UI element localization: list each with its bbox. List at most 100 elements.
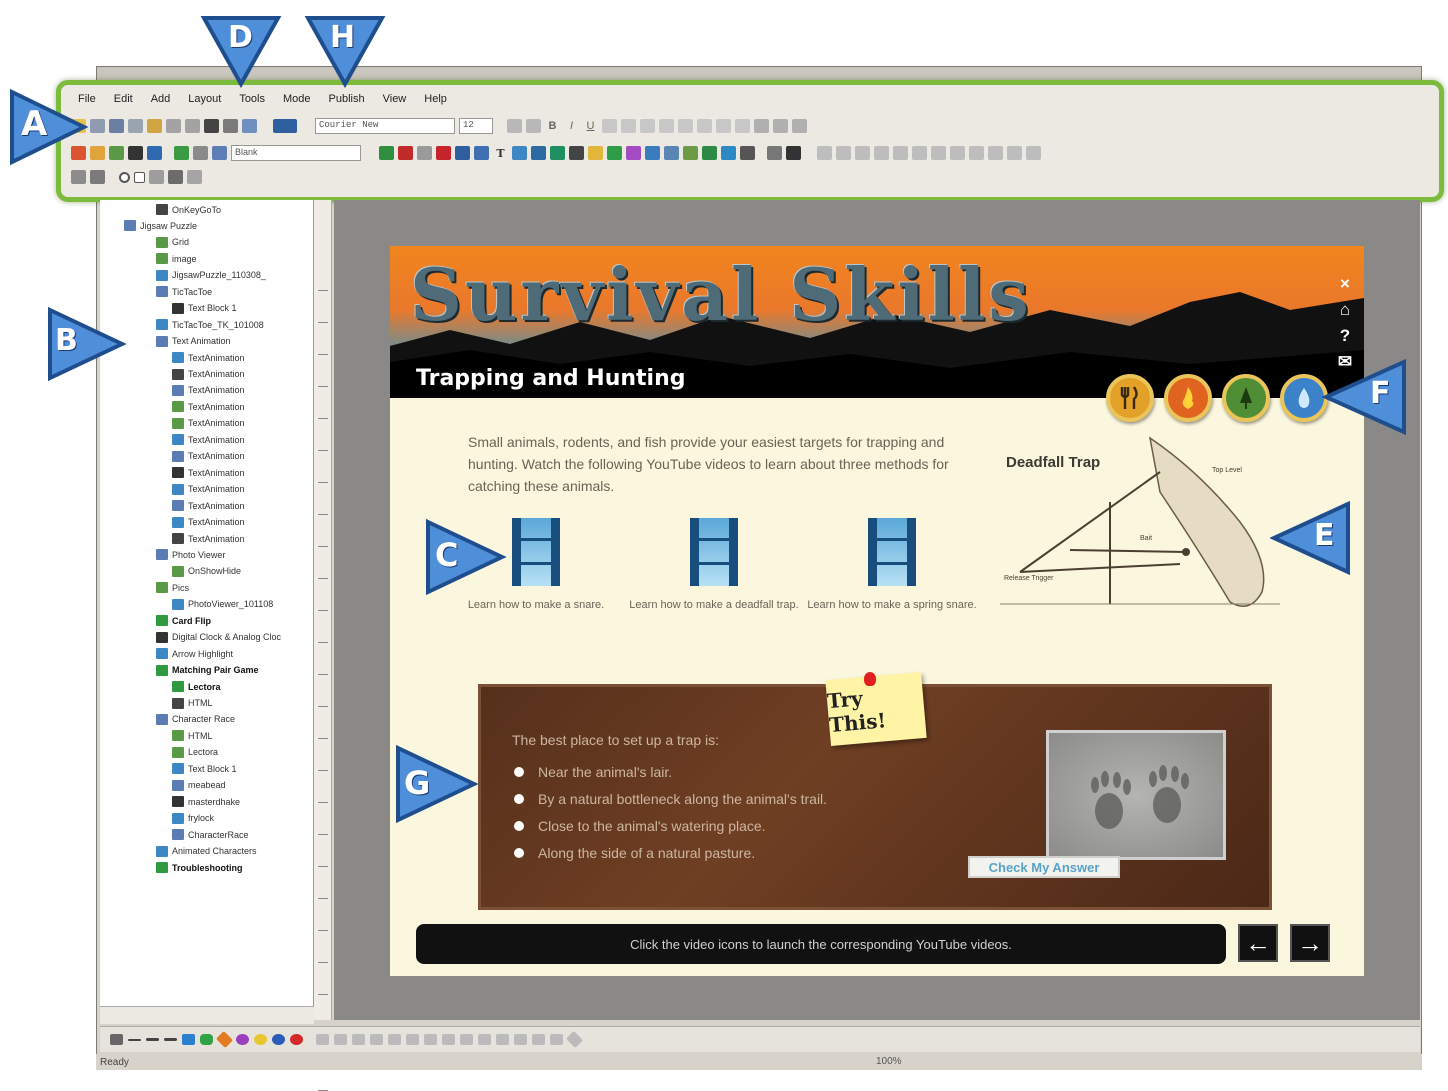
callout-shape-2-icon[interactable] — [442, 1034, 455, 1045]
rectangle-tool-icon[interactable] — [182, 1034, 195, 1045]
highlight-color-icon[interactable] — [507, 119, 522, 133]
callout-shape-6-icon[interactable] — [514, 1034, 527, 1045]
align-middle-icon[interactable] — [836, 146, 851, 160]
page-icon[interactable] — [128, 146, 143, 160]
callout-shape-4-icon[interactable] — [478, 1034, 491, 1045]
entry-field-icon[interactable] — [512, 146, 527, 160]
line-tool-icon[interactable] — [128, 1038, 141, 1041]
diamond-tool-icon[interactable] — [216, 1031, 233, 1048]
survey-icon[interactable] — [174, 146, 189, 160]
tree-item[interactable]: Jigsaw Puzzle — [124, 218, 197, 233]
reference-icon[interactable] — [721, 146, 736, 160]
tree-item[interactable]: Pics — [156, 580, 189, 595]
library-icon[interactable] — [786, 146, 801, 160]
preview-icon[interactable] — [242, 119, 257, 133]
tree-item[interactable]: TextAnimation — [172, 367, 245, 382]
rss-icon[interactable] — [740, 146, 755, 160]
shelter-topic-icon[interactable] — [1222, 374, 1270, 422]
paste-icon[interactable] — [147, 119, 162, 133]
food-topic-icon[interactable] — [1106, 374, 1154, 422]
tree-item[interactable]: TextAnimation — [172, 531, 245, 546]
font-name-select[interactable]: Courier New — [315, 118, 455, 134]
align-left-icon[interactable] — [602, 119, 617, 133]
tree-item[interactable]: TextAnimation — [172, 399, 245, 414]
fire-topic-icon[interactable] — [1164, 374, 1212, 422]
tree-item[interactable]: OnKeyGoTo — [156, 202, 221, 217]
zoom-level[interactable]: 100% — [876, 1056, 902, 1067]
tree-item[interactable]: TicTacToe — [156, 284, 212, 299]
radio-dot-icon[interactable] — [514, 793, 524, 804]
tree-item[interactable]: image — [156, 251, 197, 266]
tree-item[interactable]: Arrow Highlight — [156, 646, 233, 661]
red-shape-tool-icon[interactable] — [290, 1034, 303, 1045]
document-icon[interactable] — [212, 146, 227, 160]
tree-item[interactable]: TextAnimation — [172, 449, 245, 464]
attachment-icon[interactable] — [588, 146, 603, 160]
tree-item[interactable]: masterdhake — [172, 794, 240, 809]
list-box-icon[interactable] — [664, 146, 679, 160]
numbering-icon[interactable] — [697, 119, 712, 133]
audio-icon[interactable] — [398, 146, 413, 160]
list-icon[interactable] — [168, 170, 183, 184]
radio-group-icon[interactable] — [626, 146, 641, 160]
table-icon[interactable] — [531, 146, 546, 160]
link-icon[interactable] — [754, 119, 769, 133]
tree-item[interactable]: Character Race — [156, 712, 235, 727]
justify-icon[interactable] — [659, 119, 674, 133]
outdent-icon[interactable] — [735, 119, 750, 133]
explorer-scrollbar[interactable] — [100, 1006, 314, 1024]
answer-option[interactable]: Along the side of a natural pasture. — [514, 839, 827, 866]
text-block-icon[interactable]: T — [493, 147, 508, 160]
film-icon[interactable] — [690, 518, 738, 586]
film-icon[interactable] — [868, 518, 916, 586]
section-icon[interactable] — [109, 146, 124, 160]
text-entry-icon[interactable] — [90, 170, 105, 184]
callout-shape-5-icon[interactable] — [496, 1034, 509, 1045]
next-arrow-icon[interactable]: → — [1290, 924, 1330, 962]
arrow-tool-icon[interactable] — [146, 1038, 159, 1041]
answer-option[interactable]: By a natural bottleneck along the animal… — [514, 785, 827, 812]
animation-icon[interactable] — [436, 146, 451, 160]
test-icon[interactable] — [147, 146, 162, 160]
same-size-icon[interactable] — [950, 146, 965, 160]
tree-item[interactable]: HTML — [172, 696, 213, 711]
close-icon[interactable]: × — [1334, 274, 1356, 294]
space-down-icon[interactable] — [893, 146, 908, 160]
tree-item[interactable]: TextAnimation — [172, 482, 245, 497]
block-arrow-up-icon[interactable] — [352, 1034, 365, 1045]
tree-item[interactable]: TicTacToe_TK_101008 — [156, 317, 264, 332]
tree-item[interactable]: TextAnimation — [172, 432, 245, 447]
menu-edit[interactable]: Edit — [111, 93, 136, 111]
bullets-icon[interactable] — [678, 119, 693, 133]
align-right-icon[interactable] — [640, 119, 655, 133]
find-icon[interactable] — [204, 119, 219, 133]
bold-button[interactable]: B — [545, 120, 560, 132]
tree-item[interactable]: Text Block 1 — [172, 761, 237, 776]
callout-shape-3-icon[interactable] — [460, 1034, 473, 1045]
font-color-icon[interactable] — [526, 119, 541, 133]
tree-item[interactable]: TextAnimation — [172, 465, 245, 480]
unlink-icon[interactable] — [773, 119, 788, 133]
checkbox-icon[interactable] — [134, 171, 145, 183]
form-icon[interactable] — [193, 146, 208, 160]
tree-item[interactable]: CharacterRace — [172, 827, 249, 842]
tree-item[interactable]: Text Block 1 — [172, 301, 237, 316]
answer-option[interactable]: Close to the animal's watering place. — [514, 812, 827, 839]
star-shape-icon[interactable] — [566, 1031, 583, 1048]
video-deadfall[interactable]: Learn how to make a deadfall trap. — [624, 518, 804, 613]
print-icon[interactable] — [223, 119, 238, 133]
copy-icon[interactable] — [128, 119, 143, 133]
tree-item[interactable]: PhotoViewer_101108 — [172, 597, 273, 612]
tree-item[interactable]: Digital Clock & Analog Cloc — [156, 630, 281, 645]
tree-item[interactable]: Matching Pair Game — [156, 663, 259, 678]
radio-dot-icon[interactable] — [514, 820, 524, 831]
style-select[interactable]: Blank — [231, 145, 361, 161]
menu-tools[interactable]: Tools — [236, 93, 268, 111]
button-icon[interactable] — [455, 146, 470, 160]
callout-shape-7-icon[interactable] — [532, 1034, 545, 1045]
tree-item[interactable]: frylock — [172, 811, 214, 826]
sphere-tool-icon[interactable] — [272, 1034, 285, 1045]
rounded-rect-tool-icon[interactable] — [200, 1034, 213, 1045]
tree-item[interactable]: Photo Viewer — [156, 547, 225, 562]
tree-item[interactable]: Lectora — [172, 745, 218, 760]
